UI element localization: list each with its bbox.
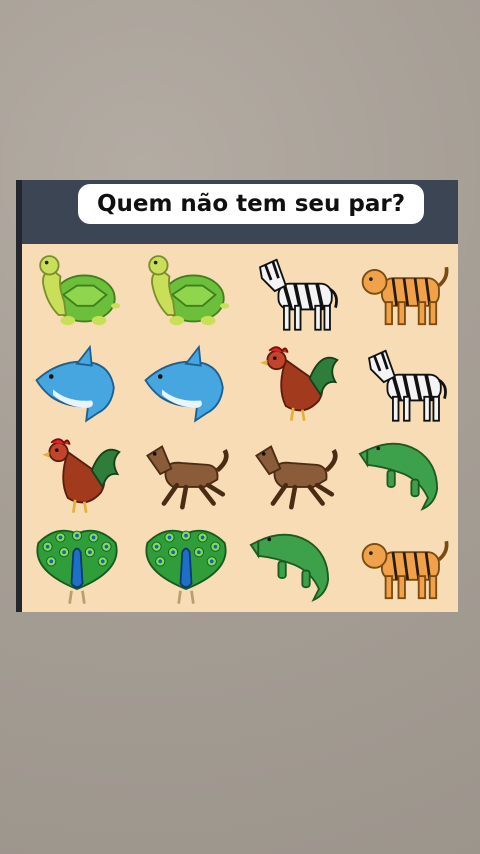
turtle-icon <box>140 248 232 336</box>
grid-cell-r1-c1[interactable] <box>131 338 240 430</box>
rooster-icon <box>31 431 123 519</box>
grid-cell-r3-c2[interactable] <box>240 521 349 613</box>
dolphin-icon <box>140 339 232 427</box>
grid-cell-r2-c2[interactable] <box>240 429 349 521</box>
peacock-icon <box>140 522 232 610</box>
zebra-icon <box>249 248 341 336</box>
puzzle-title: Quem não tem seu par? <box>78 184 424 224</box>
header-bar: Quem não tem seu par? <box>22 180 458 244</box>
grid-cell-r3-c3[interactable] <box>349 521 458 613</box>
grid-cell-r1-c2[interactable] <box>240 338 349 430</box>
horse-icon <box>140 431 232 519</box>
zebra-icon <box>358 339 450 427</box>
grid-cell-r2-c1[interactable] <box>131 429 240 521</box>
grid-cell-r0-c0[interactable] <box>22 246 131 338</box>
grid-cell-r0-c1[interactable] <box>131 246 240 338</box>
puzzle-card: Quem não tem seu par? <box>16 180 458 612</box>
grid-cell-r0-c2[interactable] <box>240 246 349 338</box>
tiger-icon <box>358 248 450 336</box>
grid-cell-r3-c0[interactable] <box>22 521 131 613</box>
grid-cell-r2-c0[interactable] <box>22 429 131 521</box>
grid-cell-r2-c3[interactable] <box>349 429 458 521</box>
rooster-icon <box>249 339 341 427</box>
tiger-icon <box>358 522 450 610</box>
grid-cell-r3-c1[interactable] <box>131 521 240 613</box>
peacock-icon <box>31 522 123 610</box>
animal-grid <box>22 246 458 612</box>
horse-icon <box>249 431 341 519</box>
dolphin-icon <box>31 339 123 427</box>
turtle-icon <box>31 248 123 336</box>
crocodile-icon <box>358 431 450 519</box>
crocodile-icon <box>249 522 341 610</box>
grid-cell-r1-c0[interactable] <box>22 338 131 430</box>
grid-cell-r0-c3[interactable] <box>349 246 458 338</box>
grid-cell-r1-c3[interactable] <box>349 338 458 430</box>
